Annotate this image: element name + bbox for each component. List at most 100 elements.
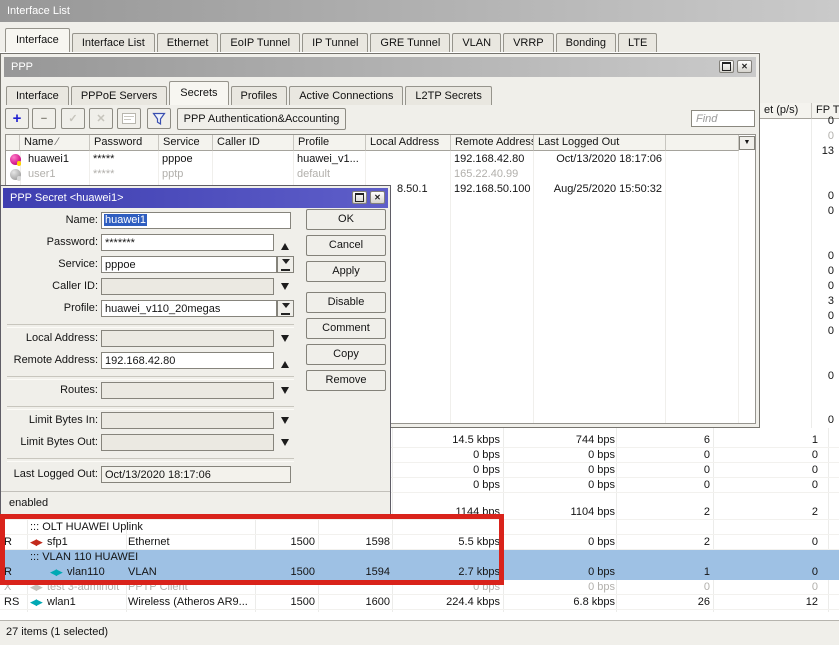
il-tab-interface[interactable]: Interface	[5, 28, 70, 52]
interface-list-title: Interface List	[7, 0, 70, 22]
cell-last-logged-out: Oct/13/2020 18:17:06	[534, 152, 662, 167]
caller-id-down-arrow-icon[interactable]	[281, 283, 289, 294]
comment-button[interactable]: Comment	[306, 318, 386, 339]
limit-bytes-in-field[interactable]	[101, 412, 274, 429]
col-service[interactable]: Service	[159, 135, 213, 151]
cell-rx: 0 bps	[510, 478, 615, 493]
il-tab-vlan[interactable]: VLAN	[452, 33, 501, 52]
ppp-tab-l2tp-secrets[interactable]: L2TP Secrets	[405, 86, 491, 105]
comment-button[interactable]	[117, 108, 141, 129]
col-blank	[666, 135, 739, 151]
secret-row-huawei1[interactable]: huawei1 ***** pppoe huawei_v1... 192.168…	[6, 152, 755, 167]
cell-profile: default	[297, 167, 363, 182]
cell-flags: RS	[4, 595, 26, 610]
ppp-tab-interface[interactable]: Interface	[6, 86, 69, 105]
disable-button[interactable]: Disable	[306, 292, 386, 313]
column-chooser-dropdown[interactable]: ▼	[739, 136, 755, 150]
remove-button[interactable]: Remove	[306, 370, 386, 391]
filter-button[interactable]	[147, 108, 171, 129]
label-limit-bytes-in: Limit Bytes In:	[1, 414, 98, 427]
remove-button[interactable]: −	[32, 108, 56, 129]
ppp-titlebar[interactable]: PPP ✕	[4, 57, 756, 77]
ppp-tab-active-connections[interactable]: Active Connections	[289, 86, 403, 105]
il-tab-eoip-tunnel[interactable]: EoIP Tunnel	[220, 33, 300, 52]
copy-button[interactable]: Copy	[306, 344, 386, 365]
ppp-tab-profiles[interactable]: Profiles	[231, 86, 288, 105]
il-status-bar: 27 items (1 selected)	[0, 620, 839, 645]
cell-tx: 0 bps	[395, 463, 500, 478]
profile-field[interactable]	[101, 300, 277, 317]
maximize-icon[interactable]	[719, 60, 734, 73]
col-profile[interactable]: Profile	[294, 135, 366, 151]
cell-rx-packet: 2	[738, 505, 818, 520]
col-last-logged-out[interactable]: Last Logged Out	[534, 135, 666, 151]
limit-bytes-out-field[interactable]	[101, 434, 274, 451]
dialog-titlebar[interactable]: PPP Secret <huawei1> ✕	[3, 188, 388, 208]
maximize-icon[interactable]	[352, 191, 367, 204]
il-tab-ip-tunnel[interactable]: IP Tunnel	[302, 33, 368, 52]
close-icon[interactable]: ✕	[370, 191, 385, 204]
cell-name: huawei1	[28, 152, 88, 167]
col-remote-address[interactable]: Remote Address	[451, 135, 534, 151]
cell-service: pppoe	[162, 152, 210, 167]
routes-field[interactable]	[101, 382, 274, 399]
profile-dropdown-button[interactable]	[277, 300, 294, 317]
ppp-aaa-button[interactable]: PPP Authentication&Accounting	[177, 108, 346, 130]
il-tab-gre-tunnel[interactable]: GRE Tunnel	[370, 33, 450, 52]
cell-tx: 224.4 kbps	[395, 595, 500, 610]
check-icon: ✓	[68, 112, 77, 125]
il-tab-ethernet[interactable]: Ethernet	[157, 33, 219, 52]
cell-rx: 744 bps	[510, 433, 615, 448]
find-input[interactable]	[691, 110, 755, 127]
col-name[interactable]: Name ∕	[20, 135, 90, 151]
ok-button[interactable]: OK	[306, 209, 386, 230]
il-tab-lte[interactable]: LTE	[618, 33, 657, 52]
il-bg-value: 13	[760, 144, 834, 159]
interface-list-titlebar[interactable]: Interface List	[0, 0, 839, 22]
col-flags[interactable]	[6, 135, 20, 151]
il-tab-bonding[interactable]: Bonding	[556, 33, 616, 52]
label-caller-id: Caller ID:	[1, 280, 98, 293]
remote-address-field[interactable]	[101, 352, 274, 369]
dialog-status-divider	[1, 491, 390, 492]
ppp-secret-icon	[10, 154, 21, 165]
local-address-field[interactable]	[101, 330, 274, 347]
add-button[interactable]: +	[5, 108, 29, 129]
ppp-tab-secrets[interactable]: Secrets	[169, 81, 228, 105]
password-reveal-up-arrow-icon[interactable]	[281, 239, 289, 250]
il-bg-value: 0	[760, 189, 834, 204]
col-caller-id[interactable]: Caller ID	[213, 135, 294, 151]
cell-service: pptp	[162, 167, 210, 182]
password-field[interactable]	[101, 234, 274, 251]
ppp-secret-icon	[10, 169, 21, 180]
service-dropdown-button[interactable]	[277, 256, 294, 273]
il-tab-interface-list[interactable]: Interface List	[72, 33, 155, 52]
remote-address-up-arrow-icon[interactable]	[281, 357, 289, 368]
cell-remote-address: 165.22.40.99	[454, 167, 532, 182]
enable-button[interactable]: ✓	[61, 108, 85, 129]
label-last-logged-out: Last Logged Out:	[1, 468, 98, 481]
il-bg-value: 3	[760, 294, 834, 309]
service-field[interactable]	[101, 256, 277, 273]
cancel-button[interactable]: Cancel	[306, 235, 386, 256]
il-tab-vrrp[interactable]: VRRP	[503, 33, 554, 52]
name-field[interactable]: huawei1	[101, 212, 291, 229]
caller-id-field[interactable]	[101, 278, 274, 295]
local-address-down-arrow-icon[interactable]	[281, 335, 289, 346]
close-icon[interactable]: ✕	[737, 60, 752, 73]
limit-bytes-in-down-arrow-icon[interactable]	[281, 417, 289, 428]
routes-down-arrow-icon[interactable]	[281, 387, 289, 398]
ppp-tab-pppoe-servers[interactable]: PPPoE Servers	[71, 86, 167, 105]
il-bg-value: 0	[760, 413, 834, 428]
cell-remote-address: 192.168.50.100	[454, 182, 532, 197]
limit-bytes-out-down-arrow-icon[interactable]	[281, 439, 289, 450]
table-row-wlan1[interactable]: RS ◀▶ wlan1 Wireless (Atheros AR9... 150…	[0, 595, 839, 610]
col-password[interactable]: Password	[90, 135, 159, 151]
col-local-address[interactable]: Local Address	[366, 135, 451, 151]
secret-row-user1[interactable]: user1 ***** pptp default 165.22.40.99	[6, 167, 755, 182]
label-remote-address: Remote Address:	[1, 354, 98, 367]
disable-button[interactable]: ✕	[89, 108, 113, 129]
cell-tx-packet: 2	[630, 505, 710, 520]
apply-button[interactable]: Apply	[306, 261, 386, 282]
label-limit-bytes-out: Limit Bytes Out:	[1, 436, 98, 449]
